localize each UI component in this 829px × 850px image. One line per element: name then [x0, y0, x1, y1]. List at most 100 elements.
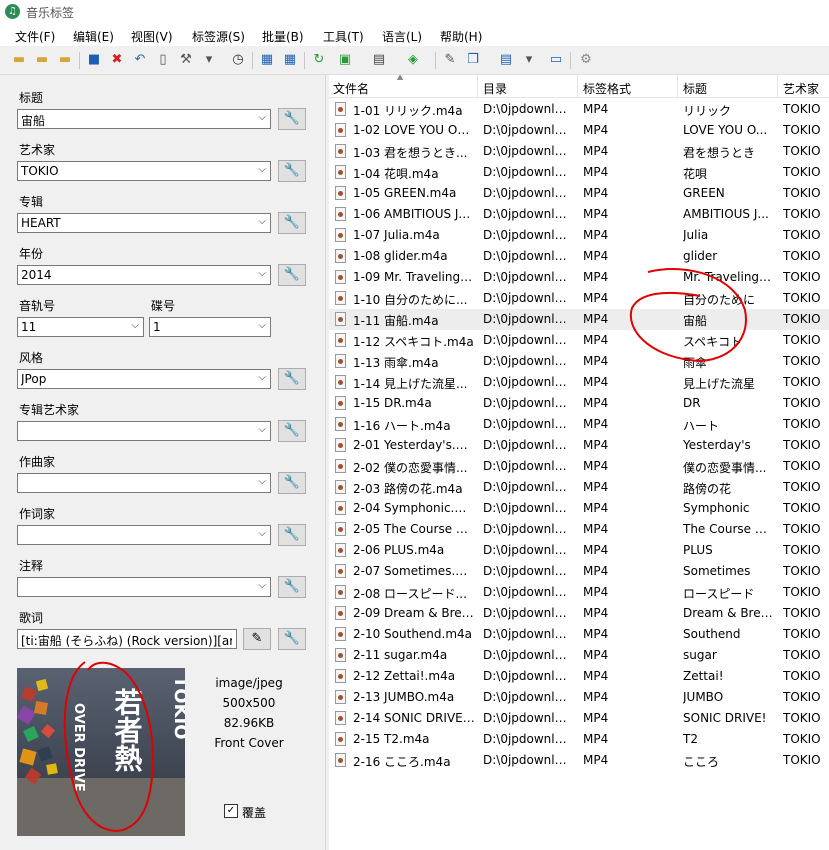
- table-row[interactable]: 2-06 PLUS.m4a D:\0jpdownlo... MP4 PLUS TOKIO: [329, 540, 829, 561]
- tools-icon[interactable]: ✎: [441, 51, 459, 69]
- settings-icon[interactable]: ⚙: [577, 51, 595, 69]
- lyricist-combo[interactable]: ⌵: [17, 525, 271, 545]
- window-icon[interactable]: ▭: [547, 51, 565, 69]
- table-row[interactable]: 1-07 Julia.m4a D:\0jpdownlo... MP4 Julia TOK…: [329, 225, 829, 246]
- table-row[interactable]: 1-09 Mr. Traveling ... D:\0jpdownlo... MP4…: [329, 267, 829, 288]
- book-icon[interactable]: ▯: [154, 51, 172, 69]
- tag-source-icon[interactable]: ▾: [200, 51, 218, 69]
- composer-combo[interactable]: ⌵: [17, 473, 271, 493]
- table-row[interactable]: 1-05 GREEN.m4a D:\0jpdownlo... MP4 GREEN TOK…: [329, 183, 829, 204]
- column-header-tag-format[interactable]: 标签格式: [583, 80, 631, 97]
- table-row[interactable]: 2-01 Yesterday's.m4a D:\0jpdownlo... MP4 Ye…: [329, 435, 829, 456]
- edit-tag-icon[interactable]: ◈: [404, 51, 422, 69]
- table-row[interactable]: 2-10 Southend.m4a D:\0jpdownlo... MP4 South…: [329, 624, 829, 645]
- table-row[interactable]: 1-15 DR.m4a D:\0jpdownlo... MP4 DR TOKIO: [329, 393, 829, 414]
- comment-combo[interactable]: ⌵: [17, 577, 271, 597]
- audio-file-icon: [335, 501, 346, 515]
- table-row[interactable]: 2-02 僕の恋愛事情... D:\0jpdownlo... MP4 僕の恋愛事情..…: [329, 456, 829, 477]
- table-row[interactable]: 1-16 ハート.m4a D:\0jpdownlo... MP4 ハート TOKIO: [329, 414, 829, 435]
- genre-combo[interactable]: JPop ⌵: [17, 369, 271, 389]
- table-row[interactable]: 1-08 glider.m4a D:\0jpdownlo... MP4 glider T…: [329, 246, 829, 267]
- table-row[interactable]: 2-15 T2.m4a D:\0jpdownlo... MP4 T2 TOKIO: [329, 729, 829, 750]
- table-row[interactable]: 1-01 リリック.m4a D:\0jpdownlo... MP4 リリック TOKIO: [329, 99, 829, 120]
- menu-edit[interactable]: 编辑(E): [73, 28, 114, 45]
- menu-help[interactable]: 帮助(H): [440, 28, 482, 45]
- album-artist-tool-button[interactable]: 🔧: [278, 420, 306, 442]
- table-row[interactable]: 2-03 路傍の花.m4a D:\0jpdownlo... MP4 路傍の花 TOKIO: [329, 477, 829, 498]
- column-header-directory[interactable]: 目录: [483, 80, 507, 97]
- table-row[interactable]: 1-13 雨傘.m4a D:\0jpdownlo... MP4 雨傘 TOKIO: [329, 351, 829, 372]
- table-row[interactable]: 2-12 Zettai!.m4a D:\0jpdownlo... MP4 Zettai…: [329, 666, 829, 687]
- lyrics-edit-button[interactable]: ✎: [243, 628, 271, 650]
- artist-tool-button[interactable]: 🔧: [278, 160, 306, 182]
- table-row[interactable]: 1-03 君を想うとき... D:\0jpdownlo... MP4 君を想うとき TO…: [329, 141, 829, 162]
- composer-tool-button[interactable]: 🔧: [278, 472, 306, 494]
- column-divider[interactable]: [677, 75, 678, 97]
- table-row[interactable]: 1-06 AMBITIOUS JA... D:\0jpdownlo... MP4 AM…: [329, 204, 829, 225]
- cell-title: ハート: [683, 419, 720, 433]
- refresh-icon[interactable]: ↻: [310, 51, 328, 69]
- table-row[interactable]: 1-14 見上げた流星... D:\0jpdownlo... MP4 見上げた流星 TO…: [329, 372, 829, 393]
- table-row[interactable]: 1-10 自分のために... D:\0jpdownlo... MP4 自分のために TO…: [329, 288, 829, 309]
- copy-icon[interactable]: ❐: [464, 51, 482, 69]
- text-icon[interactable]: ▤: [370, 51, 388, 69]
- add-folder-icon[interactable]: ▬: [33, 51, 51, 69]
- year-tool-button[interactable]: 🔧: [278, 264, 306, 286]
- undo-icon[interactable]: ↶: [131, 51, 149, 69]
- menu-tools[interactable]: 工具(T): [323, 28, 364, 45]
- artist-combo[interactable]: TOKIO ⌵: [17, 161, 271, 181]
- audio-file-icon: [335, 144, 346, 158]
- disc-combo[interactable]: 1 ⌵: [149, 317, 271, 337]
- column-header-filename[interactable]: 文件名: [333, 80, 369, 97]
- column-header-title[interactable]: 标题: [683, 80, 707, 97]
- album-artist-combo[interactable]: ⌵: [17, 421, 271, 441]
- open-folder-icon[interactable]: ▬: [10, 51, 28, 69]
- overwrite-checkbox[interactable]: ✓: [224, 804, 238, 818]
- table-row[interactable]: 2-16 こころ.m4a D:\0jpdownlo... MP4 こころ TOKIO: [329, 750, 829, 771]
- delete-icon[interactable]: ✖: [108, 51, 126, 69]
- track-combo[interactable]: 11 ⌵: [17, 317, 144, 337]
- album-tool-button[interactable]: 🔧: [278, 212, 306, 234]
- folders-icon[interactable]: ▬: [56, 51, 74, 69]
- menu-view[interactable]: 视图(V): [131, 28, 173, 45]
- comment-tool-button[interactable]: 🔧: [278, 576, 306, 598]
- menu-language[interactable]: 语言(L): [382, 28, 422, 45]
- column-header-artist[interactable]: 艺术家: [783, 80, 819, 97]
- lyrics-combo[interactable]: [ti:宙船 (そらふね) (Rock version)][ar: [17, 629, 237, 649]
- year-combo[interactable]: 2014 ⌵: [17, 265, 271, 285]
- table-row[interactable]: 1-11 宙船.m4a D:\0jpdownlo... MP4 宙船 TOKIO: [329, 309, 829, 330]
- menu-file[interactable]: 文件(F): [15, 28, 55, 45]
- history-icon[interactable]: ◷: [229, 51, 247, 69]
- table-row[interactable]: 2-09 Dream & Breez... D:\0jpdownlo... MP4 D…: [329, 603, 829, 624]
- title-combo[interactable]: 宙船 ⌵: [17, 109, 271, 129]
- menu-tag-source[interactable]: 标签源(S): [192, 28, 245, 45]
- column-divider[interactable]: [777, 75, 778, 97]
- wrench-icon[interactable]: ⚒: [177, 51, 195, 69]
- export-icon[interactable]: ▤: [497, 51, 515, 69]
- column-divider[interactable]: [477, 75, 478, 97]
- menu-batch[interactable]: 批量(B): [262, 28, 304, 45]
- table-row[interactable]: 1-12 スペキコト.m4a D:\0jpdownlo... MP4 スペキコト TOK…: [329, 330, 829, 351]
- image-icon[interactable]: ▣: [336, 51, 354, 69]
- table-row[interactable]: 2-13 JUMBO.m4a D:\0jpdownlo... MP4 JUMBO TOK…: [329, 687, 829, 708]
- batch-icon[interactable]: ▾: [520, 51, 538, 69]
- lyricist-tool-button[interactable]: 🔧: [278, 524, 306, 546]
- table-row[interactable]: 2-05 The Course of... D:\0jpdownlo... MP4 T…: [329, 519, 829, 540]
- grid-icon[interactable]: ▦: [258, 51, 276, 69]
- table-row[interactable]: 2-08 ロースピード... D:\0jpdownlo... MP4 ロースピード TO…: [329, 582, 829, 603]
- table-row[interactable]: 2-11 sugar.m4a D:\0jpdownlo... MP4 sugar TOK…: [329, 645, 829, 666]
- genre-tool-button[interactable]: 🔧: [278, 368, 306, 390]
- table-row[interactable]: 2-14 SONIC DRIVE!... D:\0jpdownlo... MP4 SO…: [329, 708, 829, 729]
- table-row[interactable]: 2-04 Symphonic.m4a D:\0jpdownlo... MP4 Symp…: [329, 498, 829, 519]
- table-row[interactable]: 1-02 LOVE YOU ON... D:\0jpdownlo... MP4 LOV…: [329, 120, 829, 141]
- table-row[interactable]: 2-07 Sometimes.m4a D:\0jpdownlo... MP4 Some…: [329, 561, 829, 582]
- table-row[interactable]: 1-04 花唄.m4a D:\0jpdownlo... MP4 花唄 TOKIO: [329, 162, 829, 183]
- table-icon[interactable]: ▦: [281, 51, 299, 69]
- lyrics-tool-button[interactable]: 🔧: [278, 628, 306, 650]
- save-icon[interactable]: ■: [85, 51, 103, 69]
- wrench-icon: 🔧: [283, 527, 301, 542]
- cover-art[interactable]: OVER DRIVE 若者熱 TOKIO: [17, 668, 185, 836]
- title-tool-button[interactable]: 🔧: [278, 108, 306, 130]
- column-divider[interactable]: [577, 75, 578, 97]
- album-combo[interactable]: HEART ⌵: [17, 213, 271, 233]
